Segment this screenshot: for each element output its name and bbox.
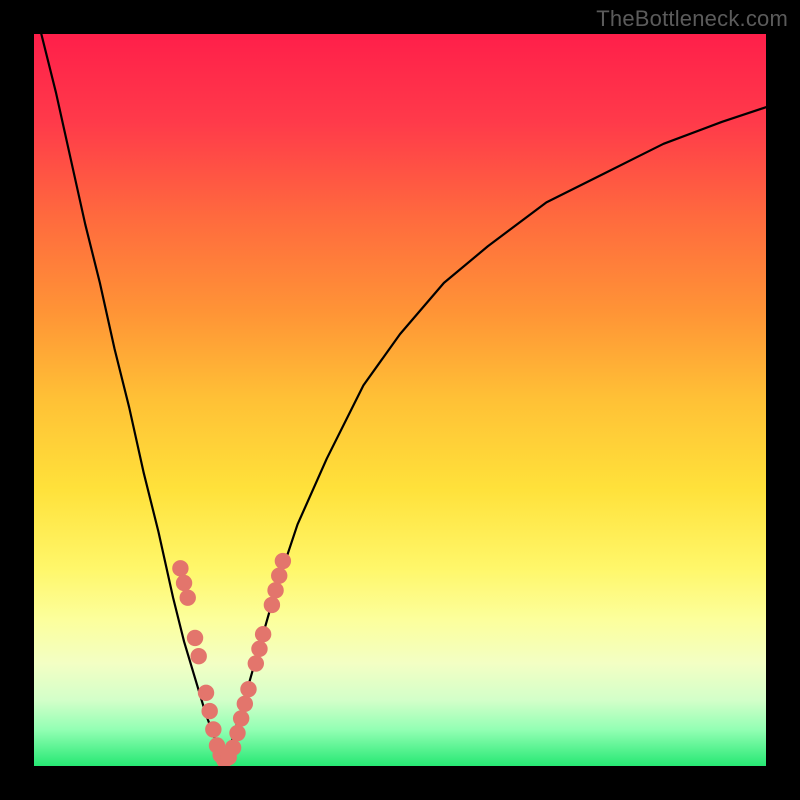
data-marker xyxy=(248,655,264,671)
data-marker xyxy=(176,575,192,591)
data-marker xyxy=(172,560,188,576)
data-marker xyxy=(271,567,287,583)
data-marker xyxy=(237,696,253,712)
data-marker xyxy=(264,597,280,613)
data-marker xyxy=(255,626,271,642)
data-marker xyxy=(267,582,283,598)
data-marker xyxy=(225,740,241,756)
outer-frame: TheBottleneck.com xyxy=(0,0,800,800)
plot-area xyxy=(34,34,766,766)
data-marker xyxy=(187,630,203,646)
watermark-text: TheBottleneck.com xyxy=(596,6,788,32)
data-marker xyxy=(201,703,217,719)
data-marker xyxy=(240,681,256,697)
data-marker xyxy=(229,725,245,741)
chart-svg xyxy=(34,34,766,766)
data-marker xyxy=(180,589,196,605)
data-marker xyxy=(233,710,249,726)
curve-right-branch xyxy=(224,107,766,766)
data-marker xyxy=(275,553,291,569)
data-marker xyxy=(198,685,214,701)
data-marker xyxy=(205,721,221,737)
data-marker xyxy=(251,641,267,657)
data-marker xyxy=(191,648,207,664)
